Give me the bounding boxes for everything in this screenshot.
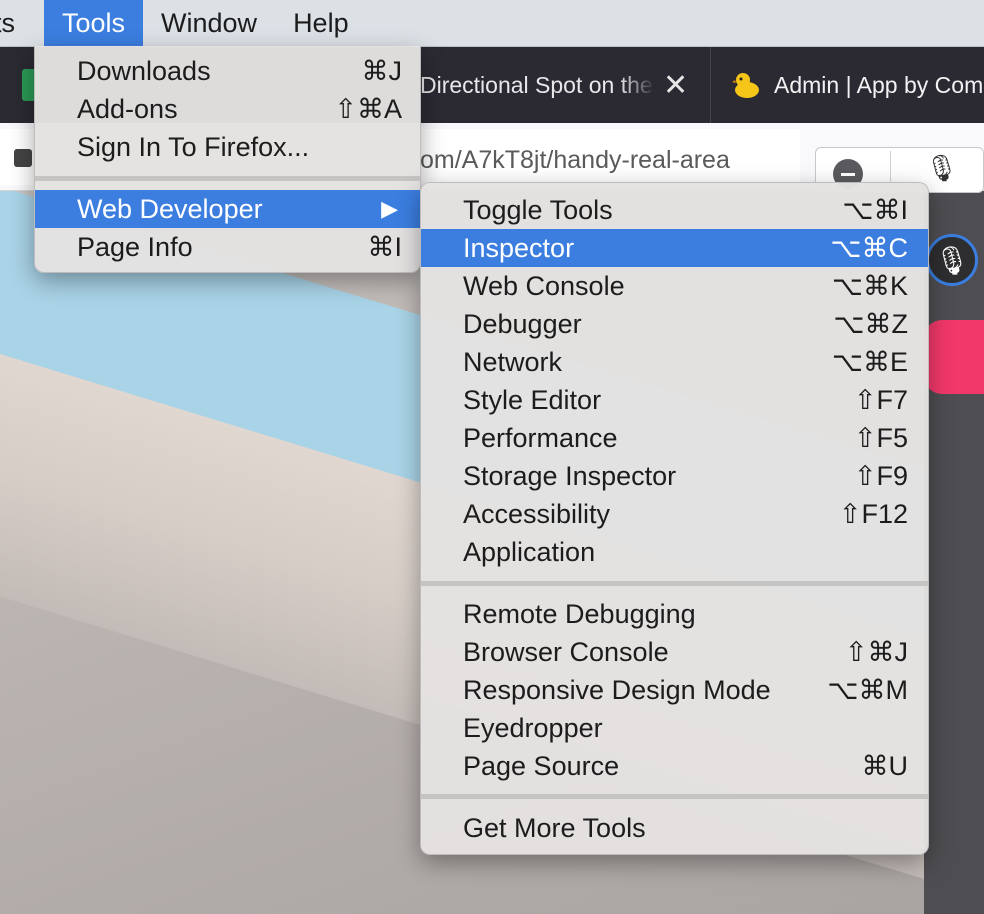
- menu-separator: [421, 581, 928, 586]
- browser-tab[interactable]: Directional Spot on the ✕: [420, 47, 711, 123]
- menu-item-application[interactable]: Application: [421, 533, 928, 571]
- menu-item-storage-inspector[interactable]: Storage Inspector ⇧F9: [421, 457, 928, 495]
- shortcut: ⌘U: [861, 751, 909, 781]
- menu-item-eyedropper[interactable]: Eyedropper: [421, 709, 928, 747]
- menu-item-window[interactable]: Window: [143, 0, 275, 46]
- submenu-arrow-icon: ▶: [381, 196, 398, 221]
- menu-item-inspector[interactable]: Inspector ⌥⌘C: [421, 229, 928, 267]
- shortcut: ⇧⌘A: [334, 94, 402, 124]
- shortcut: ⌥⌘I: [842, 195, 908, 225]
- shortcut: ⌥⌘E: [831, 347, 908, 377]
- shortcut: ⇧F9: [853, 461, 908, 491]
- menu-separator: [35, 176, 420, 181]
- shortcut: ⌥⌘Z: [833, 309, 908, 339]
- menu-item-browser-console[interactable]: Browser Console ⇧⌘J: [421, 633, 928, 671]
- shortcut: ⌘I: [367, 232, 402, 262]
- menu-item-downloads[interactable]: Downloads ⌘J: [35, 52, 420, 90]
- menu-item-get-more-tools[interactable]: Get More Tools: [421, 809, 928, 847]
- close-icon[interactable]: ✕: [663, 68, 688, 103]
- lock-icon: [14, 149, 32, 167]
- shortcut: ⇧F12: [838, 499, 908, 529]
- shortcut: ⌥⌘M: [827, 675, 908, 705]
- browser-tab[interactable]: Admin | App by Com: [712, 47, 984, 123]
- menu-item-style-editor[interactable]: Style Editor ⇧F7: [421, 381, 928, 419]
- menu-separator: [421, 794, 928, 799]
- mic-circle-icon[interactable]: 🎙: [926, 234, 978, 286]
- menu-item-debugger[interactable]: Debugger ⌥⌘Z: [421, 305, 928, 343]
- menu-item-tools[interactable]: Tools: [44, 0, 144, 46]
- shortcut: ⇧⌘J: [844, 637, 908, 667]
- url-text: om/A7kT8jt/handy-real-area: [420, 146, 730, 174]
- menu-item-page-info[interactable]: Page Info ⌘I: [35, 228, 420, 266]
- tools-menu: Downloads ⌘J Add-ons ⇧⌘A Sign In To Fire…: [34, 46, 421, 273]
- menu-item-sign-in[interactable]: Sign In To Firefox...: [35, 128, 420, 166]
- shortcut: ⌥⌘K: [831, 271, 908, 301]
- duck-favicon-icon: [732, 73, 759, 98]
- shortcut: ⌘J: [361, 56, 403, 86]
- microphone-icon[interactable]: 🎙: [925, 153, 958, 184]
- menu-item-accessibility[interactable]: Accessibility ⇧F12: [421, 495, 928, 533]
- pink-button[interactable]: [924, 320, 984, 394]
- background-dark-panel: [924, 190, 984, 914]
- menu-item-page-source[interactable]: Page Source ⌘U: [421, 747, 928, 785]
- menu-item-web-developer[interactable]: Web Developer ▶: [35, 190, 420, 228]
- menu-item-remote-debugging[interactable]: Remote Debugging: [421, 595, 928, 633]
- menu-item-network[interactable]: Network ⌥⌘E: [421, 343, 928, 381]
- macos-menu-bar: ts Tools Window Help: [0, 0, 984, 47]
- tab-title: Admin | App by Com: [774, 71, 984, 98]
- menu-item-web-console[interactable]: Web Console ⌥⌘K: [421, 267, 928, 305]
- web-developer-submenu: Toggle Tools ⌥⌘I Inspector ⌥⌘C Web Conso…: [420, 182, 929, 855]
- menu-item-help[interactable]: Help: [275, 0, 367, 46]
- tab-title: Directional Spot on the: [420, 71, 653, 98]
- shortcut: ⌥⌘C: [830, 233, 908, 263]
- menu-item-performance[interactable]: Performance ⇧F5: [421, 419, 928, 457]
- menu-item-add-ons[interactable]: Add-ons ⇧⌘A: [35, 90, 420, 128]
- menu-item-partial[interactable]: ts: [0, 0, 44, 46]
- menu-item-toggle-tools[interactable]: Toggle Tools ⌥⌘I: [421, 191, 928, 229]
- shortcut: ⇧F7: [853, 385, 908, 415]
- shortcut: ⇧F5: [853, 423, 908, 453]
- menu-item-responsive-design-mode[interactable]: Responsive Design Mode ⌥⌘M: [421, 671, 928, 709]
